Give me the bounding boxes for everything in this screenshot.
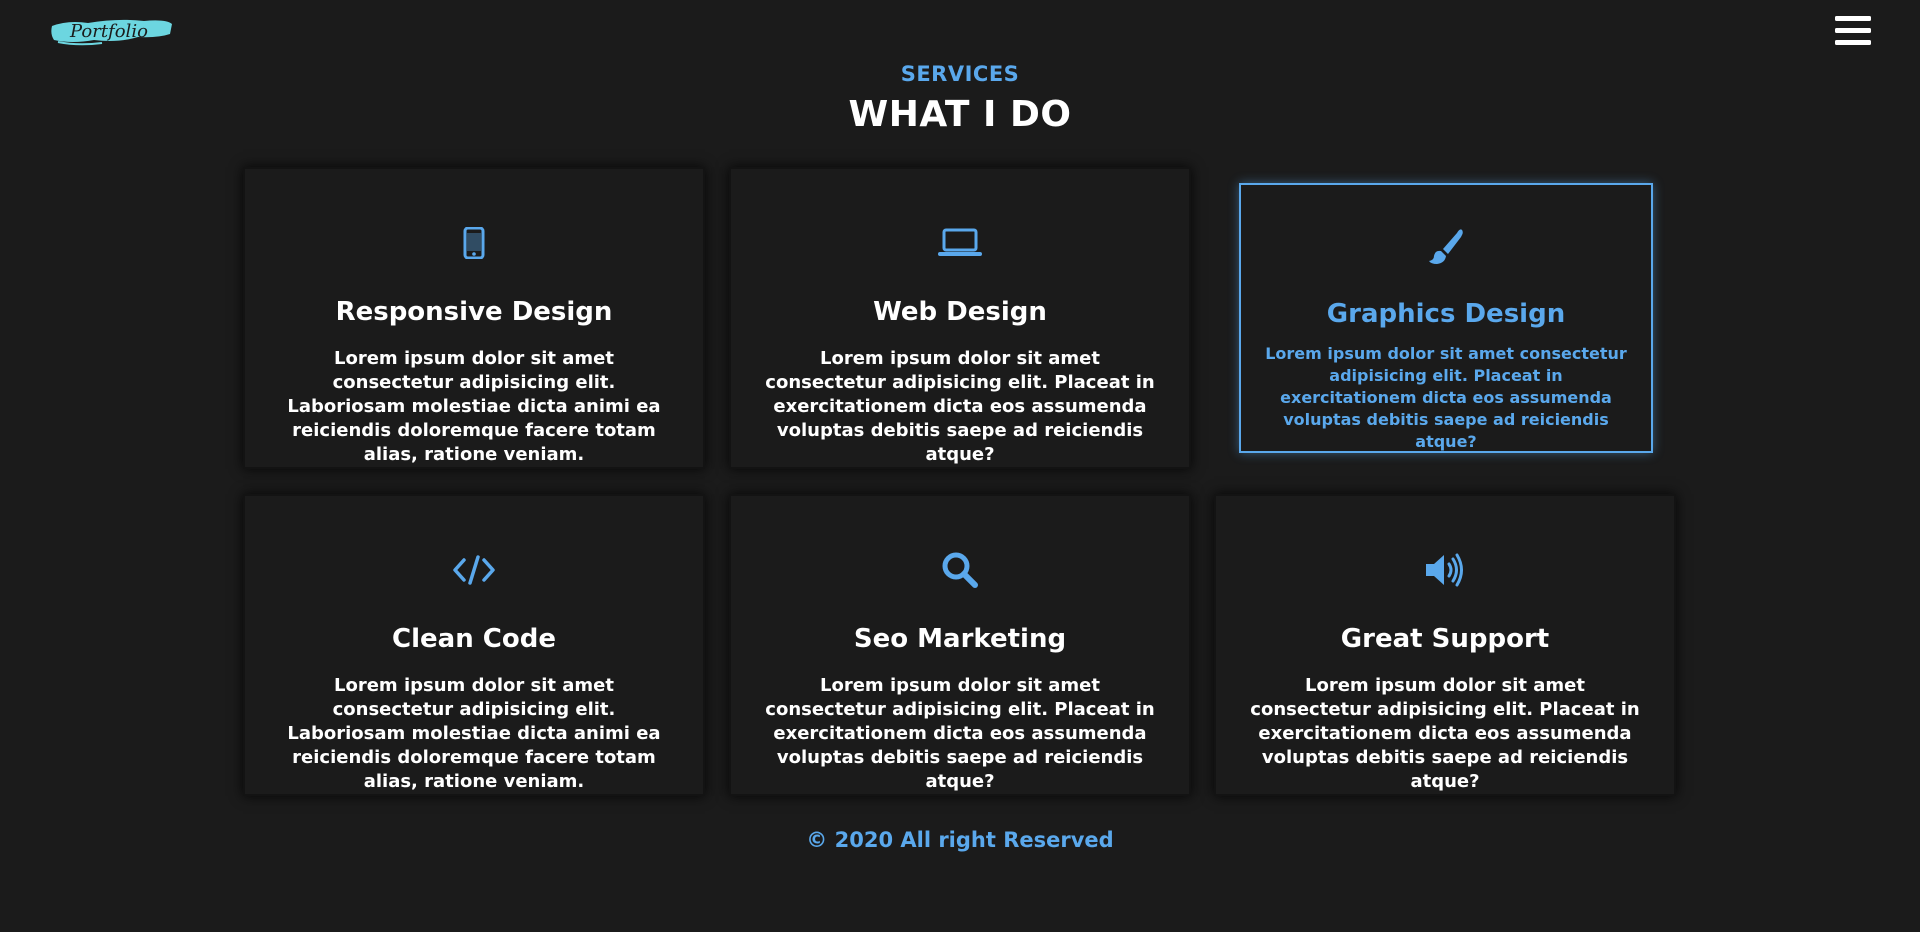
service-title: Responsive Design xyxy=(335,297,613,327)
code-icon xyxy=(243,550,705,590)
service-description: Lorem ipsum dolor sit amet consectetur a… xyxy=(1265,344,1627,451)
paint-brush-icon xyxy=(1241,227,1651,267)
service-card-great-support[interactable]: Great Support Lorem ipsum dolor sit amet… xyxy=(1214,494,1676,796)
service-card-graphics-design[interactable]: Graphics Design Lorem ipsum dolor sit am… xyxy=(1239,183,1653,453)
service-description: Lorem ipsum dolor sit amet consectetur a… xyxy=(287,675,661,792)
footer-copyright: © 2020 All right Reserved xyxy=(806,828,1114,852)
menu-button[interactable] xyxy=(1834,14,1872,48)
volume-up-icon xyxy=(1214,550,1676,590)
service-title: Graphics Design xyxy=(1326,299,1566,329)
service-description: Lorem ipsum dolor sit amet consectetur a… xyxy=(287,348,661,465)
logo-text: Portfolio xyxy=(69,21,148,42)
section-heading: WHAT I DO xyxy=(848,94,1072,135)
service-title: Seo Marketing xyxy=(853,624,1067,654)
service-title: Great Support xyxy=(1340,624,1550,654)
search-icon xyxy=(729,550,1191,590)
service-description: Lorem ipsum dolor sit amet consectetur a… xyxy=(765,675,1155,792)
service-description: Lorem ipsum dolor sit amet consectetur a… xyxy=(1250,675,1640,792)
logo[interactable]: Portfolio xyxy=(48,12,176,52)
service-card-clean-code[interactable]: Clean Code Lorem ipsum dolor sit amet co… xyxy=(243,494,705,796)
page: Portfolio SERVICES WHAT I DO Responsive … xyxy=(0,0,1920,932)
service-title: Clean Code xyxy=(392,624,556,654)
service-description: Lorem ipsum dolor sit amet consectetur a… xyxy=(765,348,1155,465)
hamburger-menu-icon xyxy=(1835,16,1871,45)
service-title: Web Design xyxy=(873,297,1047,327)
mobile-phone-icon xyxy=(243,223,705,263)
logo-brush-icon: Portfolio xyxy=(51,19,173,46)
laptop-icon xyxy=(729,223,1191,263)
service-card-seo-marketing[interactable]: Seo Marketing Lorem ipsum dolor sit amet… xyxy=(729,494,1191,796)
section-eyebrow: SERVICES xyxy=(900,62,1020,86)
service-card-web-design[interactable]: Web Design Lorem ipsum dolor sit amet co… xyxy=(729,167,1191,469)
service-card-responsive-design[interactable]: Responsive Design Lorem ipsum dolor sit … xyxy=(243,167,705,469)
